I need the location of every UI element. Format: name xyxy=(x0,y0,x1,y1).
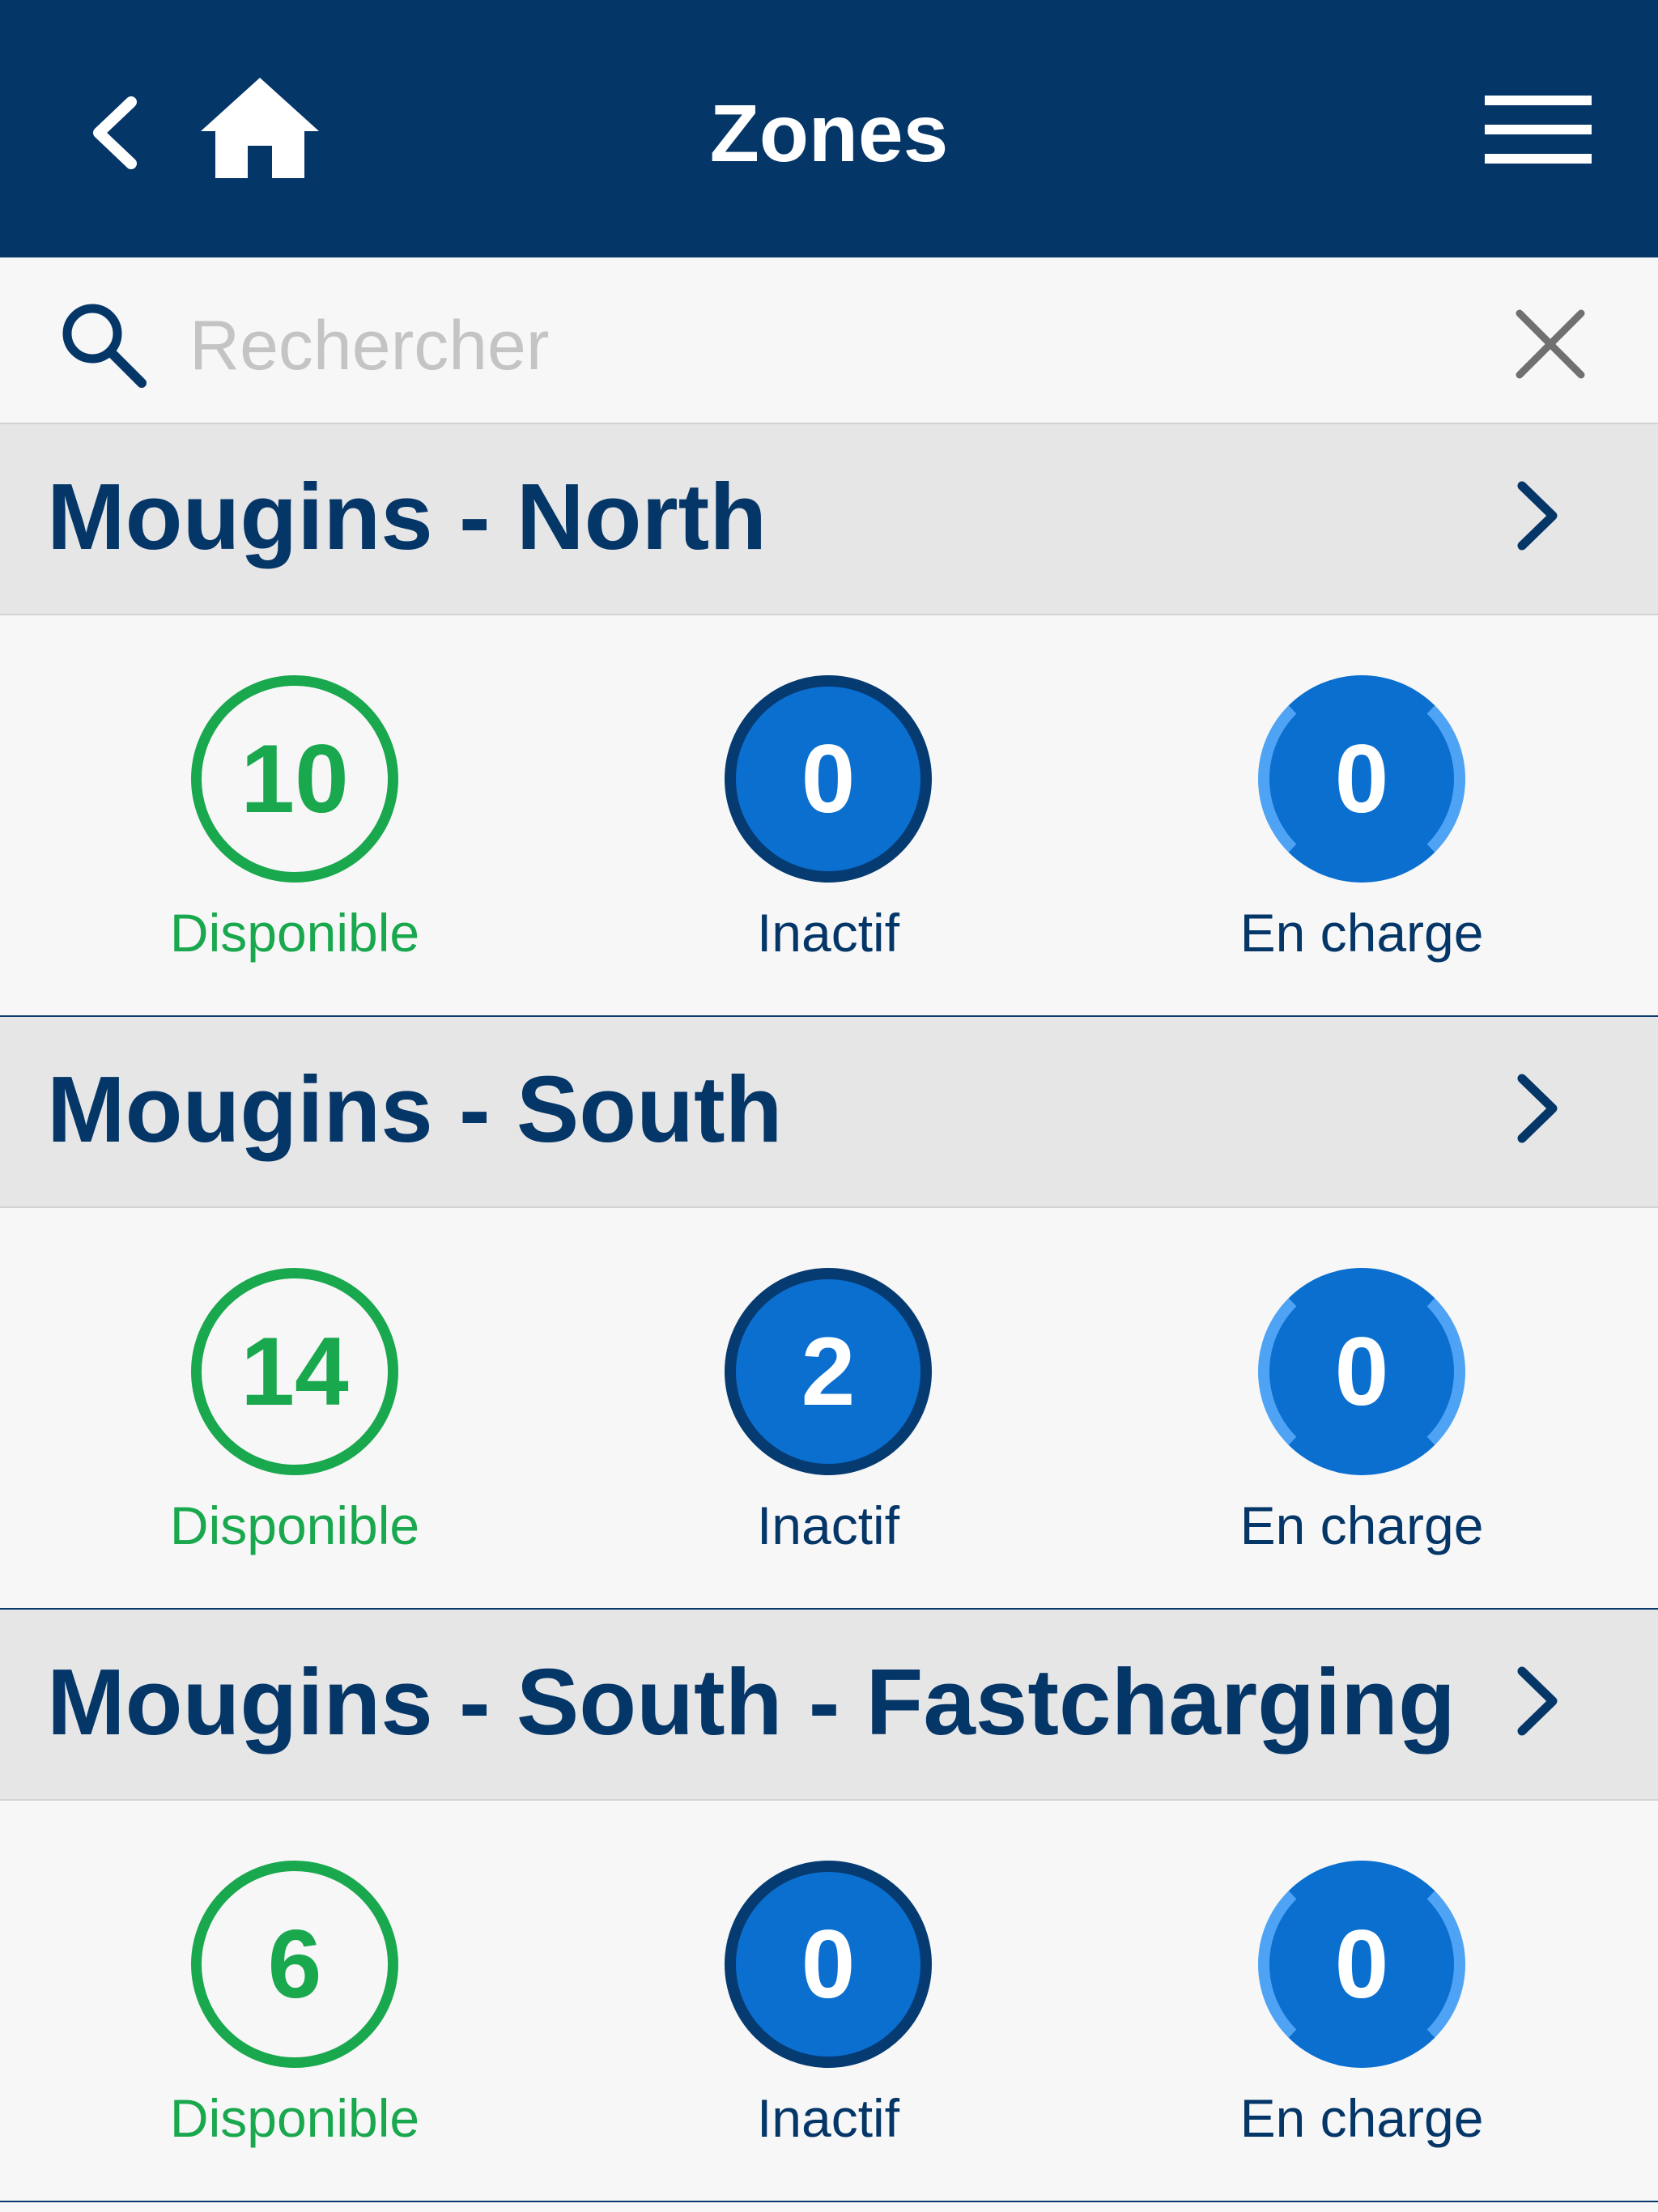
zone-stats-mougins-north: 10 Disponible 0 Inactif 0 En charge xyxy=(0,615,1658,1017)
search-input[interactable] xyxy=(188,296,1454,395)
zone-name: Mougins - South xyxy=(47,1057,783,1162)
inactive-count-badge: 2 xyxy=(725,1268,932,1475)
chevron-right-icon xyxy=(1517,481,1558,551)
hamburger-menu-icon xyxy=(1485,96,1592,164)
charging-label: En charge xyxy=(1239,2088,1484,2148)
clear-search-button[interactable] xyxy=(1510,304,1591,385)
zone-stats-mougins-south: 14 Disponible 2 Inactif 0 En charge xyxy=(0,1208,1658,1610)
available-label: Disponible xyxy=(169,2088,420,2148)
inactive-count-badge: 0 xyxy=(725,1861,932,2068)
stat-available[interactable]: 6 Disponible xyxy=(133,1801,457,2197)
charging-count-badge: 0 xyxy=(1258,1268,1465,1475)
available-label: Disponible xyxy=(169,1495,420,1555)
menu-button[interactable] xyxy=(1482,89,1595,170)
chevron-right-icon xyxy=(1517,1074,1558,1143)
inactive-label: Inactif xyxy=(756,1495,900,1555)
stat-available[interactable]: 10 Disponible xyxy=(133,615,457,1012)
zone-name: Mougins - North xyxy=(47,464,767,569)
page-title: Zones xyxy=(709,88,949,179)
charging-count-badge: 0 xyxy=(1258,675,1465,883)
chevron-right-icon xyxy=(1517,1666,1558,1736)
stat-available[interactable]: 14 Disponible xyxy=(133,1208,457,1605)
zone-header-mougins-south-fastcharging[interactable]: Mougins - South - Fastcharging xyxy=(0,1610,1658,1801)
search-icon xyxy=(57,298,150,391)
stat-charging[interactable]: 0 En charge xyxy=(1200,1208,1524,1605)
zone-name: Mougins - South - Fastcharging xyxy=(47,1649,1456,1755)
charging-label: En charge xyxy=(1239,903,1484,963)
close-icon xyxy=(1516,309,1585,379)
zone-stats-mougins-south-fastcharging: 6 Disponible 0 Inactif 0 En charge xyxy=(0,1801,1658,2202)
zone-header-mougins-north[interactable]: Mougins - North xyxy=(0,424,1658,615)
available-count-badge: 6 xyxy=(191,1861,398,2068)
stat-charging[interactable]: 0 En charge xyxy=(1200,1801,1524,2197)
zone-header-mougins-south[interactable]: Mougins - South xyxy=(0,1017,1658,1208)
stat-inactive[interactable]: 2 Inactif xyxy=(666,1208,990,1605)
stat-charging[interactable]: 0 En charge xyxy=(1200,615,1524,1012)
available-label: Disponible xyxy=(169,903,420,963)
available-count-badge: 14 xyxy=(191,1268,398,1475)
stat-inactive[interactable]: 0 Inactif xyxy=(666,615,990,1012)
charging-count-badge: 0 xyxy=(1258,1861,1465,2068)
stat-inactive[interactable]: 0 Inactif xyxy=(666,1801,990,2197)
app-header: Zones xyxy=(0,0,1658,257)
available-count-badge: 10 xyxy=(191,675,398,883)
inactive-count-badge: 0 xyxy=(725,675,932,883)
charging-label: En charge xyxy=(1239,1495,1484,1555)
inactive-label: Inactif xyxy=(756,2088,900,2148)
inactive-label: Inactif xyxy=(756,903,900,963)
